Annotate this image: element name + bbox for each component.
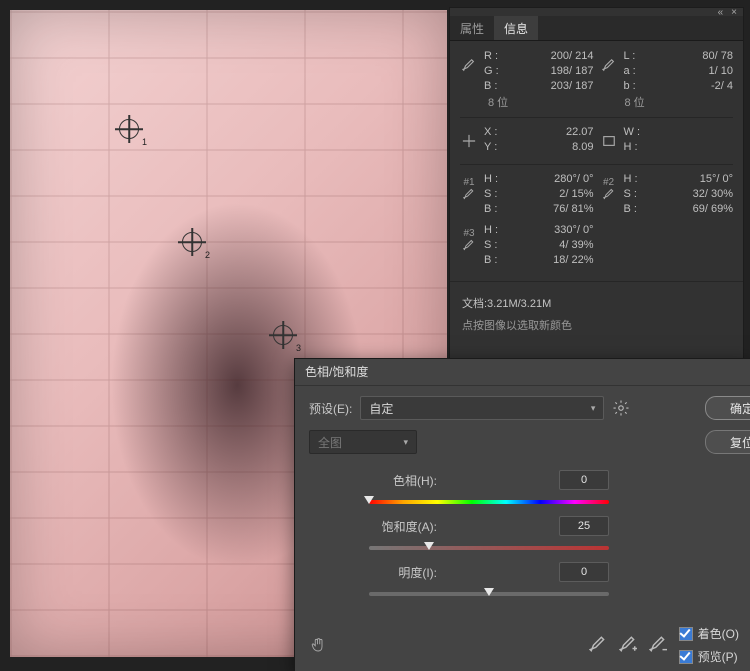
saturation-input[interactable]: 25 bbox=[559, 516, 609, 536]
collapse-icon[interactable]: « bbox=[718, 7, 724, 18]
value-r: 200/ 214 bbox=[512, 49, 594, 64]
preset-label: 预设(E): bbox=[309, 400, 352, 417]
hue-slider[interactable] bbox=[369, 496, 609, 506]
value-a: 1/ 10 bbox=[652, 64, 734, 79]
dimensions-icon bbox=[600, 125, 618, 157]
hand-icon[interactable] bbox=[307, 633, 331, 657]
label-x: X : bbox=[484, 125, 506, 140]
label-b: B : bbox=[484, 79, 506, 94]
lightness-label: 明度(I): bbox=[369, 564, 437, 581]
value-b: 203/ 187 bbox=[512, 79, 594, 94]
info-panel: « × 属性 信息 R :G :B : 200/ 214198/ 187203/ … bbox=[449, 7, 744, 359]
sampler-3-icon: #3 bbox=[460, 223, 478, 255]
hue-input[interactable]: 0 bbox=[559, 470, 609, 490]
label-bb: b : bbox=[624, 79, 646, 94]
hint-text: 点按图像以选取新颜色 bbox=[450, 317, 743, 341]
ok-button[interactable]: 确定 bbox=[705, 396, 750, 420]
label-y: Y : bbox=[484, 140, 506, 155]
color-sampler-3[interactable]: 3 bbox=[273, 325, 293, 345]
value-g: 198/ 187 bbox=[512, 64, 594, 79]
value-l: 80/ 78 bbox=[652, 49, 734, 64]
sampler-1-icon: #1 bbox=[460, 172, 478, 204]
saturation-slider[interactable] bbox=[369, 542, 609, 552]
eyedropper-icon[interactable] bbox=[589, 635, 609, 655]
bits-right: 8 位 bbox=[597, 94, 734, 110]
eyedropper-subtract-icon[interactable] bbox=[649, 635, 669, 655]
chevron-down-icon: ▾ bbox=[403, 437, 408, 448]
color-sampler-2[interactable]: 2 bbox=[182, 232, 202, 252]
panel-tabs: 属性 信息 bbox=[450, 16, 743, 41]
eyedropper-icon bbox=[600, 49, 618, 81]
preset-select[interactable]: 自定 ▾ bbox=[360, 396, 604, 420]
value-x: 22.07 bbox=[512, 125, 594, 140]
bits-left: 8 位 bbox=[460, 94, 597, 110]
hue-label: 色相(H): bbox=[369, 472, 437, 489]
lightness-input[interactable]: 0 bbox=[559, 562, 609, 582]
sampler-2-icon: #2 bbox=[600, 172, 618, 204]
preset-value: 自定 bbox=[369, 400, 393, 417]
saturation-label: 饱和度(A): bbox=[369, 518, 437, 535]
color-sampler-1[interactable]: 1 bbox=[119, 119, 139, 139]
label-l: L : bbox=[624, 49, 646, 64]
label-r: R : bbox=[484, 49, 506, 64]
document-size: 文档:3.21M/3.21M bbox=[450, 289, 743, 317]
close-icon[interactable]: × bbox=[731, 7, 737, 18]
value-y: 8.09 bbox=[512, 140, 594, 155]
label-g: G : bbox=[484, 64, 506, 79]
label-h: H : bbox=[624, 140, 646, 155]
gear-icon[interactable] bbox=[612, 399, 630, 417]
eyedropper-icon bbox=[460, 49, 478, 81]
label-w: W : bbox=[624, 125, 646, 140]
eyedropper-add-icon[interactable] bbox=[619, 635, 639, 655]
value-bb: -2/ 4 bbox=[652, 79, 734, 94]
lightness-slider[interactable] bbox=[369, 588, 609, 598]
range-value: 全图 bbox=[318, 434, 342, 451]
cancel-button[interactable]: 复位 bbox=[705, 430, 750, 454]
label-a: a : bbox=[624, 64, 646, 79]
tab-properties[interactable]: 属性 bbox=[450, 16, 494, 40]
range-select[interactable]: 全图 ▾ bbox=[309, 430, 417, 454]
dialog-title[interactable]: 色相/饱和度 bbox=[295, 359, 750, 386]
colorize-checkbox[interactable]: 着色(O) bbox=[679, 625, 739, 642]
tab-info[interactable]: 信息 bbox=[494, 16, 538, 40]
chevron-down-icon: ▾ bbox=[591, 403, 596, 414]
hue-saturation-dialog: 色相/饱和度 预设(E): 自定 ▾ 确定 复位 全图 ▾ 色相(H): 0 饱和… bbox=[294, 358, 750, 671]
preview-checkbox[interactable]: 预览(P) bbox=[679, 648, 739, 665]
crosshair-icon bbox=[460, 125, 478, 157]
